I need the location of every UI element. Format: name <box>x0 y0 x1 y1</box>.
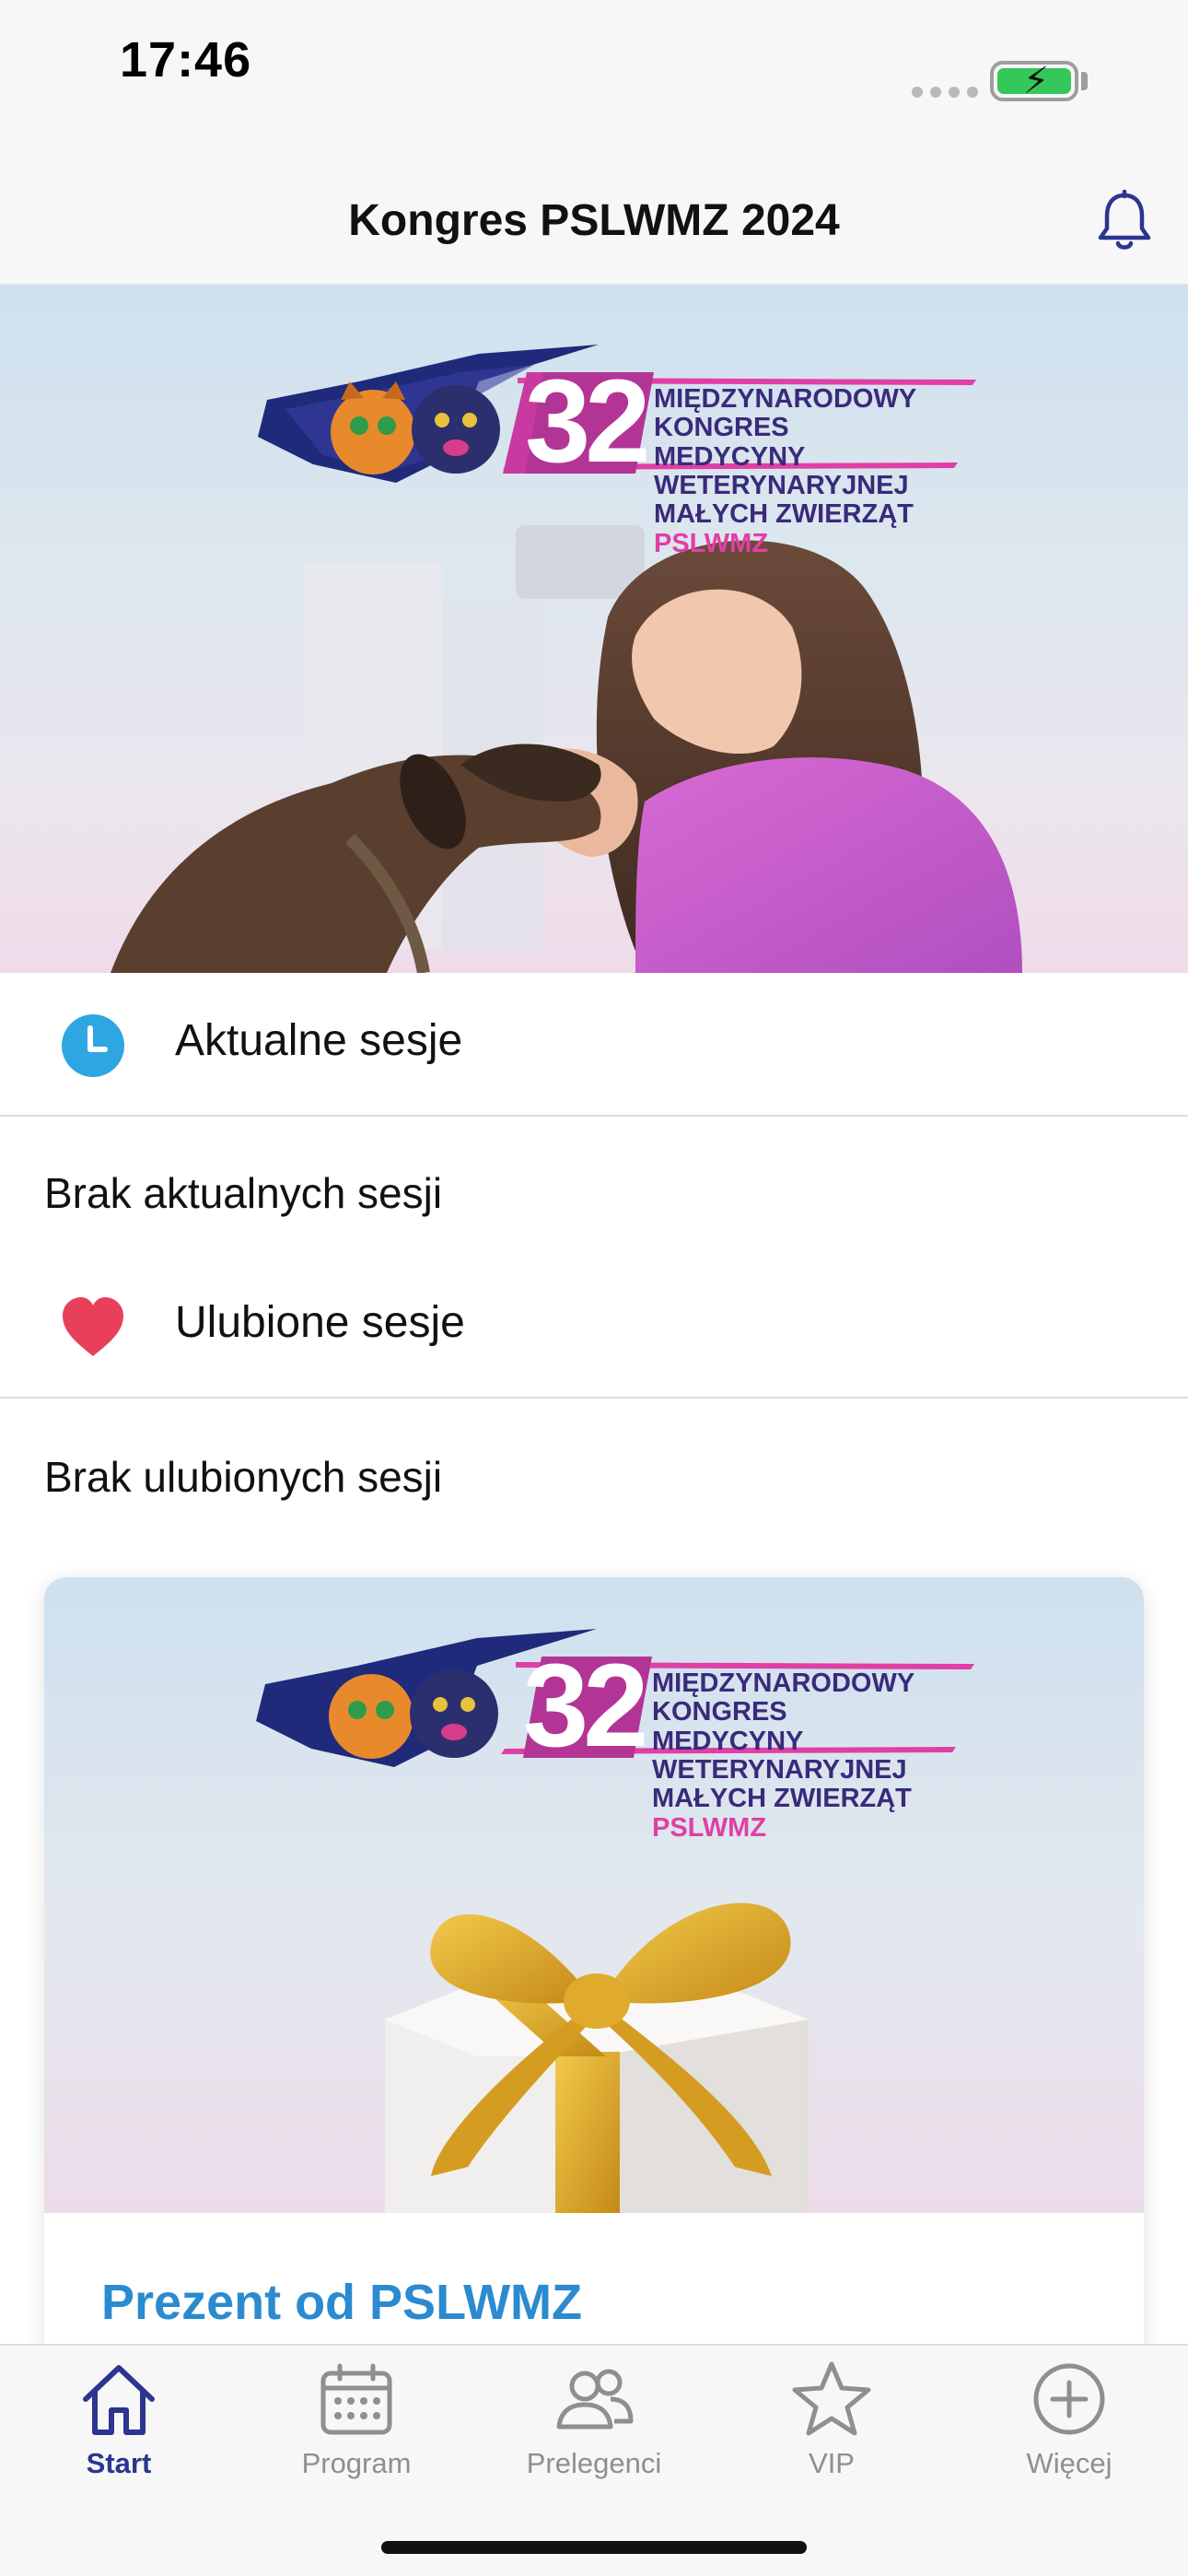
tab-program-label: Program <box>301 2447 412 2479</box>
logo-number: 32 <box>525 356 650 487</box>
tab-wiecej-label: Więcej <box>1026 2447 1112 2479</box>
gift-card-title[interactable]: Prezent od PSLWMZ <box>101 2274 582 2331</box>
page-title: Kongres PSLWMZ 2024 <box>348 196 840 245</box>
favorite-sessions-title: Ulubione sesje <box>175 1298 465 1347</box>
calendar-icon <box>320 2363 392 2435</box>
battery-icon: ⚡ <box>990 61 1078 101</box>
card-logo-highlight: PSLWMZ <box>652 1812 767 1843</box>
status-time: 17:46 <box>120 32 252 88</box>
tab-program[interactable]: Program <box>238 2346 475 2493</box>
card-logo-line-3: MAŁYCH ZWIERZĄT <box>652 1784 912 1814</box>
current-sessions-empty: Brak aktualnych sesji <box>44 1169 443 1217</box>
logo-line-2: MEDYCYNY WETERYNARYJNEJ <box>654 441 909 500</box>
congress-logo: 32 MIĘDZYNARODOWY KONGRES MEDYCYNY WETER… <box>258 345 976 557</box>
logo-highlight: PSLWMZ <box>654 528 769 558</box>
star-icon <box>792 2361 871 2436</box>
logo-text: MIĘDZYNARODOWY KONGRES MEDYCYNY WETERYNA… <box>654 384 976 558</box>
home-icon <box>83 2365 155 2435</box>
tab-prelegenci[interactable]: Prelegenci <box>475 2346 713 2493</box>
battery-tip <box>1081 72 1088 90</box>
logo-line-1: MIĘDZYNARODOWY KONGRES <box>654 384 916 443</box>
tab-prelegenci-label: Prelegenci <box>526 2447 662 2479</box>
favorite-sessions-header[interactable]: Ulubione sesje <box>0 1255 1188 1399</box>
tab-start-label: Start <box>86 2447 152 2479</box>
card-logo-number: 32 <box>523 1640 648 1772</box>
favorite-sessions-empty: Brak ulubionych sesji <box>44 1453 443 1501</box>
heart-icon <box>63 1297 123 1356</box>
hero-banner: 32 MIĘDZYNARODOWY KONGRES MEDYCYNY WETER… <box>0 286 1188 973</box>
card-logo-line-2: MEDYCYNY WETERYNARYJNEJ <box>652 1726 907 1785</box>
status-bar: 17:46 ⚡ <box>0 0 1188 162</box>
card-logo-line-1: MIĘDZYNARODOWY KONGRES <box>652 1669 914 1727</box>
current-sessions-header[interactable]: Aktualne sesje <box>0 973 1188 1117</box>
people-icon <box>556 2369 634 2430</box>
logo-line-3: MAŁYCH ZWIERZĄT <box>654 499 914 530</box>
gift-card-image: 32 MIĘDZYNARODOWY KONGRES MEDYCYNY WETER… <box>44 1577 1144 2213</box>
tab-wiecej[interactable]: Więcej <box>950 2346 1188 2493</box>
cellular-signal-icon <box>912 87 978 98</box>
current-sessions-title: Aktualne sesje <box>175 1016 463 1065</box>
tab-vip-label: VIP <box>809 2447 855 2479</box>
clock-icon <box>62 1014 124 1077</box>
tab-start[interactable]: Start <box>0 2346 238 2493</box>
card-congress-logo: 32 MIĘDZYNARODOWY KONGRES MEDYCYNY WETER… <box>256 1629 974 1842</box>
home-indicator[interactable] <box>381 2541 807 2554</box>
bell-icon[interactable] <box>1094 190 1155 254</box>
plus-circle-icon <box>1033 2363 1105 2435</box>
tab-vip[interactable]: VIP <box>713 2346 950 2493</box>
card-logo-text: MIĘDZYNARODOWY KONGRES MEDYCYNY WETERYNA… <box>652 1669 974 1843</box>
navigation-bar: Kongres PSLWMZ 2024 <box>0 162 1188 286</box>
